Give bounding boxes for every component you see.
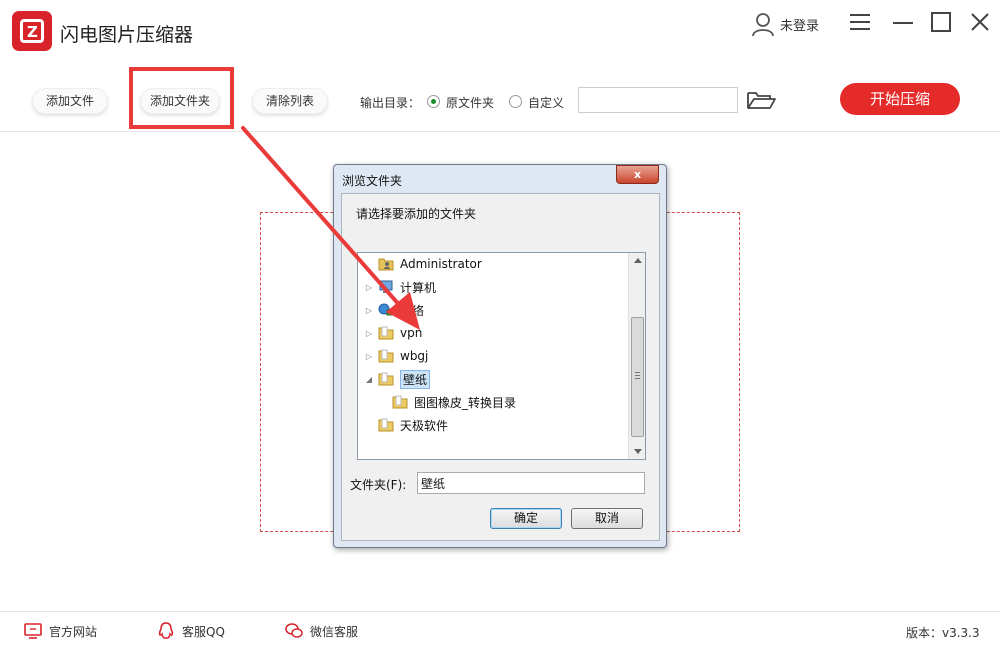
folder-name-input[interactable] bbox=[417, 472, 645, 494]
app-logo: Z bbox=[12, 11, 52, 51]
qq-support-link[interactable]: 客服QQ bbox=[157, 622, 225, 640]
version-label: 版本：v3.3.3 bbox=[906, 626, 980, 640]
tree-item-label: 网络 bbox=[400, 303, 425, 318]
tree-item-administrator[interactable]: Administrator bbox=[364, 254, 482, 274]
annotation-highlight-box bbox=[129, 67, 234, 129]
folder-icon bbox=[378, 418, 394, 432]
radio-custom-label: 自定义 bbox=[528, 96, 565, 110]
tree-item-vpn[interactable]: ▷ vpn bbox=[364, 323, 422, 343]
folder-tree[interactable]: Administrator ▷ 计算机 ▷ 网络 ▷ vpn ▷ wbgj ◢ … bbox=[357, 252, 646, 460]
toolbar: 添加文件 添加文件夹 清除列表 输出目录： 原文件夹 自定义 开始压缩 bbox=[0, 62, 1000, 132]
tree-item-network[interactable]: ▷ 网络 bbox=[364, 300, 424, 320]
login-label: 未登录 bbox=[780, 18, 820, 34]
folder-icon bbox=[392, 395, 408, 409]
wechat-icon bbox=[285, 623, 303, 638]
custom-path-input[interactable] bbox=[578, 87, 738, 113]
official-site-link[interactable]: 官方网站 bbox=[24, 622, 97, 640]
tree-item-convert-dir[interactable]: 图图橡皮_转换目录 bbox=[378, 392, 516, 412]
folder-field-label: 文件夹(F): bbox=[350, 478, 407, 492]
expand-arrow-icon[interactable]: ▷ bbox=[364, 352, 374, 361]
wechat-support-label: 微信客服 bbox=[310, 624, 359, 639]
tree-item-wbgj[interactable]: ▷ wbgj bbox=[364, 346, 428, 366]
tree-item-label: Administrator bbox=[400, 257, 482, 271]
tree-item-label: 图图橡皮_转换目录 bbox=[414, 395, 517, 410]
tree-item-label: vpn bbox=[400, 326, 423, 340]
qq-icon bbox=[158, 622, 174, 639]
radio-custom-folder[interactable] bbox=[509, 95, 522, 108]
ok-button[interactable]: 确定 bbox=[490, 508, 562, 529]
dialog-body: 请选择要添加的文件夹 Administrator ▷ 计算机 ▷ 网络 ▷ vp… bbox=[341, 193, 660, 541]
login-link[interactable]: 未登录 bbox=[750, 10, 819, 38]
collapse-arrow-icon[interactable]: ◢ bbox=[364, 375, 374, 384]
tree-item-wallpaper[interactable]: ◢ 壁纸 bbox=[364, 369, 431, 389]
folder-icon bbox=[378, 326, 394, 340]
folder-icon bbox=[378, 349, 394, 363]
user-folder-icon bbox=[378, 258, 394, 271]
start-compress-button[interactable]: 开始压缩 bbox=[840, 83, 960, 115]
scroll-down-arrow-icon[interactable] bbox=[634, 449, 642, 454]
maximize-icon[interactable] bbox=[929, 10, 953, 34]
close-icon[interactable] bbox=[968, 10, 992, 34]
menu-icon[interactable] bbox=[848, 10, 872, 34]
tree-item-label: 计算机 bbox=[400, 280, 437, 295]
tree-item-label: wbgj bbox=[400, 349, 429, 363]
dialog-close-button[interactable]: x bbox=[616, 165, 659, 184]
dialog-title: 浏览文件夹 bbox=[342, 174, 403, 188]
tree-item-tianji[interactable]: 天极软件 bbox=[364, 415, 448, 435]
cancel-button[interactable]: 取消 bbox=[571, 508, 643, 529]
grip-icon bbox=[635, 372, 640, 379]
clear-list-button[interactable]: 清除列表 bbox=[252, 88, 328, 114]
folder-open-icon[interactable] bbox=[746, 90, 776, 110]
radio-original-folder[interactable] bbox=[427, 95, 440, 108]
expand-arrow-icon[interactable]: ▷ bbox=[364, 283, 374, 292]
folder-icon bbox=[378, 372, 394, 386]
tree-item-label: 天极软件 bbox=[400, 418, 449, 433]
user-icon bbox=[752, 13, 774, 37]
official-site-label: 官方网站 bbox=[49, 624, 98, 639]
minimize-icon[interactable] bbox=[891, 10, 915, 34]
radio-original-label: 原文件夹 bbox=[446, 96, 495, 110]
output-dir-label: 输出目录： bbox=[360, 96, 421, 110]
expand-arrow-icon[interactable]: ▷ bbox=[364, 329, 374, 338]
footer: 官方网站 客服QQ 微信客服 版本：v3.3.3 bbox=[0, 611, 1000, 654]
computer-icon bbox=[379, 280, 393, 293]
scroll-up-arrow-icon[interactable] bbox=[634, 258, 642, 263]
scroll-thumb[interactable] bbox=[631, 317, 644, 437]
tree-scrollbar[interactable] bbox=[628, 253, 645, 459]
app-logo-mark: Z bbox=[20, 19, 44, 43]
dialog-prompt: 请选择要添加的文件夹 bbox=[356, 207, 477, 221]
qq-support-label: 客服QQ bbox=[182, 624, 225, 639]
browse-folder-dialog: 浏览文件夹 x 请选择要添加的文件夹 Administrator ▷ 计算机 ▷… bbox=[333, 164, 667, 548]
network-icon bbox=[378, 303, 394, 316]
wechat-support-link[interactable]: 微信客服 bbox=[285, 622, 358, 640]
monitor-icon bbox=[24, 623, 42, 639]
add-file-button[interactable]: 添加文件 bbox=[32, 88, 108, 114]
tree-item-label: 壁纸 bbox=[400, 369, 431, 389]
expand-arrow-icon[interactable]: ▷ bbox=[364, 306, 374, 315]
title-bar: Z 闪电图片压缩器 未登录 bbox=[0, 0, 1000, 62]
tree-item-computer[interactable]: ▷ 计算机 bbox=[364, 277, 436, 297]
app-title: 闪电图片压缩器 bbox=[60, 24, 194, 46]
